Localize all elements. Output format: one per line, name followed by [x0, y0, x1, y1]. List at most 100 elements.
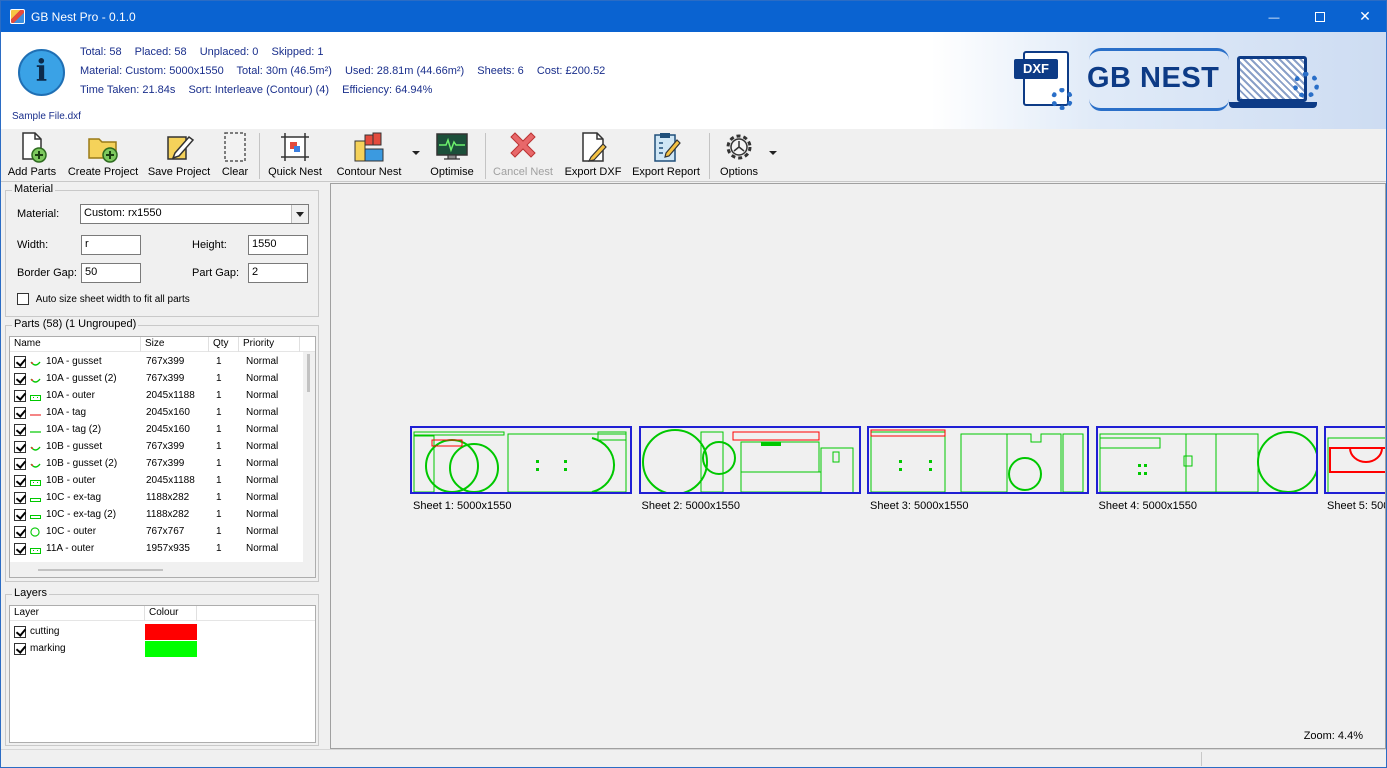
- part-enabled-checkbox[interactable]: [14, 407, 26, 419]
- column-name[interactable]: Name: [10, 337, 141, 352]
- parts-horizontal-scrollbar[interactable]: [10, 562, 315, 577]
- table-row[interactable]: 10C - outer 767x767 1 Normal: [10, 524, 315, 541]
- part-shape-icon: [30, 359, 41, 366]
- nest-sheet[interactable]: [1324, 426, 1385, 495]
- add-parts-button[interactable]: Add Parts: [5, 131, 59, 181]
- part-enabled-checkbox[interactable]: [14, 543, 26, 555]
- part-enabled-checkbox[interactable]: [14, 475, 26, 487]
- layer-row[interactable]: marking: [10, 641, 315, 658]
- table-row[interactable]: 10A - gusset 767x399 1 Normal: [10, 354, 315, 371]
- table-row[interactable]: 11A - outer 1957x935 1 Normal: [10, 541, 315, 558]
- app-icon: [10, 9, 25, 24]
- part-shape-icon: [30, 376, 41, 383]
- column-priority[interactable]: Priority: [239, 337, 300, 352]
- maximize-icon: [1315, 12, 1325, 23]
- options-button[interactable]: Options: [715, 131, 763, 181]
- minimize-button[interactable]: —: [1251, 1, 1297, 32]
- nest-sheet[interactable]: [867, 426, 1089, 495]
- part-qty: 1: [216, 407, 222, 418]
- nest-sheet[interactable]: [638, 426, 861, 495]
- part-enabled-checkbox[interactable]: [14, 390, 26, 402]
- table-row[interactable]: 10B - gusset (2) 767x399 1 Normal: [10, 456, 315, 473]
- create-project-label: Create Project: [67, 166, 139, 178]
- auto-size-option[interactable]: Auto size sheet width to fit all parts: [17, 293, 190, 305]
- scrollbar-thumb[interactable]: [38, 569, 163, 571]
- part-enabled-checkbox[interactable]: [14, 509, 26, 521]
- monitor-chart-icon: [436, 133, 468, 160]
- table-row[interactable]: 10A - outer 2045x1188 1 Normal: [10, 388, 315, 405]
- layer-visible-checkbox[interactable]: [14, 643, 26, 655]
- optimise-button[interactable]: Optimise: [426, 131, 478, 181]
- part-enabled-checkbox[interactable]: [14, 424, 26, 436]
- layer-name: marking: [30, 643, 66, 654]
- part-name: 10B - outer: [46, 475, 96, 486]
- export-dxf-button[interactable]: Export DXF: [563, 131, 623, 181]
- part-enabled-checkbox[interactable]: [14, 458, 26, 470]
- part-enabled-checkbox[interactable]: [14, 441, 26, 453]
- maximize-button[interactable]: [1297, 1, 1343, 32]
- save-project-button[interactable]: Save Project: [147, 131, 211, 181]
- part-shape-icon: [30, 546, 41, 554]
- nest-preview-canvas[interactable]: Zoom: 4.4% Sheet 1: 5000x1550 Sheet 2: 50…: [330, 183, 1386, 749]
- table-row[interactable]: 10A - tag 2045x160 1 Normal: [10, 405, 315, 422]
- border-gap-input[interactable]: 50: [81, 263, 141, 283]
- auto-size-checkbox[interactable]: [17, 293, 29, 305]
- layer-visible-checkbox[interactable]: [14, 626, 26, 638]
- quick-nest-button[interactable]: Quick Nest: [265, 131, 325, 181]
- table-row[interactable]: 10C - ex-tag 1188x282 1 Normal: [10, 490, 315, 507]
- part-enabled-checkbox[interactable]: [14, 373, 26, 385]
- part-enabled-checkbox[interactable]: [14, 526, 26, 538]
- part-enabled-checkbox[interactable]: [14, 492, 26, 504]
- stat-total-length: Total: 30m (46.5m²): [236, 65, 332, 77]
- part-name: 10C - outer: [46, 526, 97, 537]
- layer-colour-swatch[interactable]: [145, 641, 197, 657]
- stats-line-2: Material: Custom: 5000x1550 Total: 30m (…: [80, 65, 615, 84]
- part-qty: 1: [216, 458, 222, 469]
- part-priority: Normal: [246, 492, 279, 503]
- stats-line-3: Time Taken: 21.84s Sort: Interleave (Con…: [80, 84, 615, 103]
- stat-time: Time Taken: 21.84s: [80, 84, 176, 96]
- stat-sheets: Sheets: 6: [477, 65, 524, 77]
- column-qty[interactable]: Qty: [209, 337, 239, 352]
- dxf-tag: DXF: [1014, 59, 1058, 79]
- part-gap-input[interactable]: 2: [248, 263, 308, 283]
- cancel-nest-button[interactable]: Cancel Nest: [491, 131, 555, 181]
- part-priority: Normal: [246, 526, 279, 537]
- table-row[interactable]: 10B - gusset 767x399 1 Normal: [10, 439, 315, 456]
- part-shape-icon: [30, 393, 41, 401]
- close-button[interactable]: ✕: [1342, 1, 1386, 32]
- contour-nest-button[interactable]: Contour Nest: [332, 131, 406, 181]
- clear-button[interactable]: Clear: [217, 131, 253, 181]
- nest-sheet[interactable]: [410, 426, 632, 494]
- parts-list[interactable]: Name Size Qty Priority 10A - gusset 767x3…: [9, 336, 316, 578]
- nest-statistics: Total: 58 Placed: 58 Unplaced: 0 Skipped…: [80, 46, 615, 103]
- table-row[interactable]: 10A - gusset (2) 767x399 1 Normal: [10, 371, 315, 388]
- column-layer[interactable]: Layer: [10, 606, 145, 621]
- sheet-label: Sheet 2: 5000x1550: [641, 500, 740, 512]
- part-size: 767x399: [146, 458, 185, 469]
- table-row[interactable]: 10B - outer 2045x1188 1 Normal: [10, 473, 315, 490]
- layer-colour-swatch[interactable]: [145, 624, 197, 640]
- table-row[interactable]: 10C - ex-tag (2) 1188x282 1 Normal: [10, 507, 315, 524]
- part-qty: 1: [216, 543, 222, 554]
- part-enabled-checkbox[interactable]: [14, 356, 26, 368]
- height-input[interactable]: 1550: [248, 235, 308, 255]
- column-size[interactable]: Size: [141, 337, 209, 352]
- column-colour[interactable]: Colour: [145, 606, 197, 621]
- table-row[interactable]: 10A - tag (2) 2045x160 1 Normal: [10, 422, 315, 439]
- export-dxf-label: Export DXF: [564, 166, 622, 178]
- part-name: 10B - gusset (2): [46, 458, 118, 469]
- export-report-button[interactable]: Export Report: [627, 131, 705, 181]
- parts-vertical-scrollbar[interactable]: [303, 352, 315, 562]
- nest-sheet[interactable]: [1095, 426, 1319, 494]
- create-project-button[interactable]: Create Project: [65, 131, 141, 181]
- cancel-x-icon: [510, 132, 536, 158]
- layer-row[interactable]: cutting: [10, 624, 315, 641]
- options-dropdown-icon[interactable]: [769, 151, 777, 155]
- contour-nest-dropdown-icon[interactable]: [412, 151, 420, 155]
- stat-skipped: Skipped: 1: [271, 46, 324, 58]
- layers-list[interactable]: Layer Colour cutting marking: [9, 605, 316, 743]
- width-input[interactable]: r: [81, 235, 141, 255]
- scrollbar-thumb[interactable]: [307, 354, 310, 392]
- material-select[interactable]: Custom: rx1550: [80, 204, 309, 224]
